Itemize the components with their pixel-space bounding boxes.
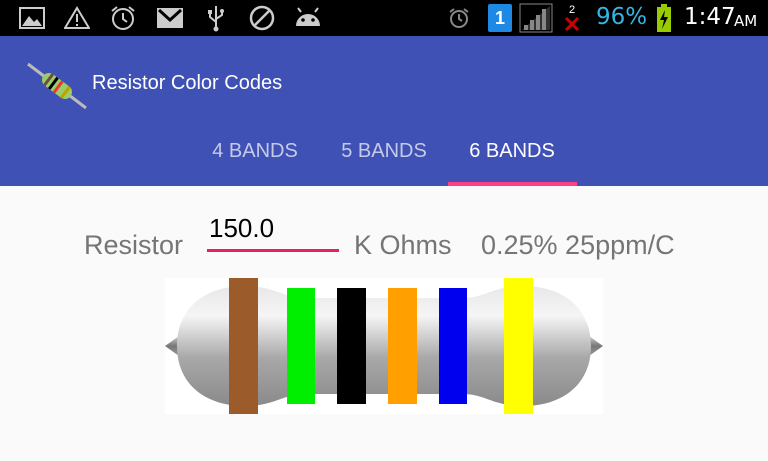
resistor-label: Resistor — [84, 230, 184, 260]
missed-count: 2 — [568, 3, 576, 16]
sim-card-icon: 1 — [486, 0, 514, 36]
clock-time: 1:47 — [684, 4, 736, 30]
sim-number: 1 — [494, 7, 505, 28]
band-orange — [388, 288, 417, 404]
android-icon — [292, 0, 324, 36]
band-blue — [439, 288, 467, 404]
app-title: Resistor Color Codes — [92, 72, 283, 94]
usb-icon — [204, 0, 228, 36]
resistor-image — [165, 278, 603, 414]
battery-charging-icon — [655, 0, 673, 36]
gmail-icon — [155, 0, 185, 36]
app-bar: Resistor Color Codes 4 BANDS 5 BANDS 6 B… — [0, 36, 768, 186]
gallery-icon — [18, 0, 46, 36]
resistance-value-input[interactable] — [207, 212, 339, 252]
tab-6-bands[interactable]: 6 BANDS — [456, 140, 568, 163]
band-green — [287, 288, 315, 404]
tab-5-bands[interactable]: 5 BANDS — [328, 140, 440, 163]
tolerance-label: 0.25% 25ppm/C — [481, 230, 675, 260]
alarm-small-icon — [446, 0, 472, 36]
band-yellow — [504, 278, 533, 414]
clock-ampm: AM — [734, 12, 758, 30]
band-black — [337, 288, 366, 404]
tab-4-bands[interactable]: 4 BANDS — [200, 140, 310, 163]
blocked-icon — [247, 0, 277, 36]
unit-label: K Ohms — [354, 230, 452, 260]
battery-percent: 96% — [596, 4, 648, 30]
no-service-icon: 2 — [560, 0, 584, 36]
resistor-app-icon — [26, 56, 88, 112]
alarm-icon — [109, 0, 137, 36]
signal-icon — [518, 0, 554, 36]
status-bar: 1 2 96% 1:47 AM — [0, 0, 768, 36]
band-brown — [229, 278, 258, 414]
main-content: Resistor K Ohms 0.25% 25ppm/C — [0, 186, 768, 461]
warning-icon — [63, 0, 91, 36]
